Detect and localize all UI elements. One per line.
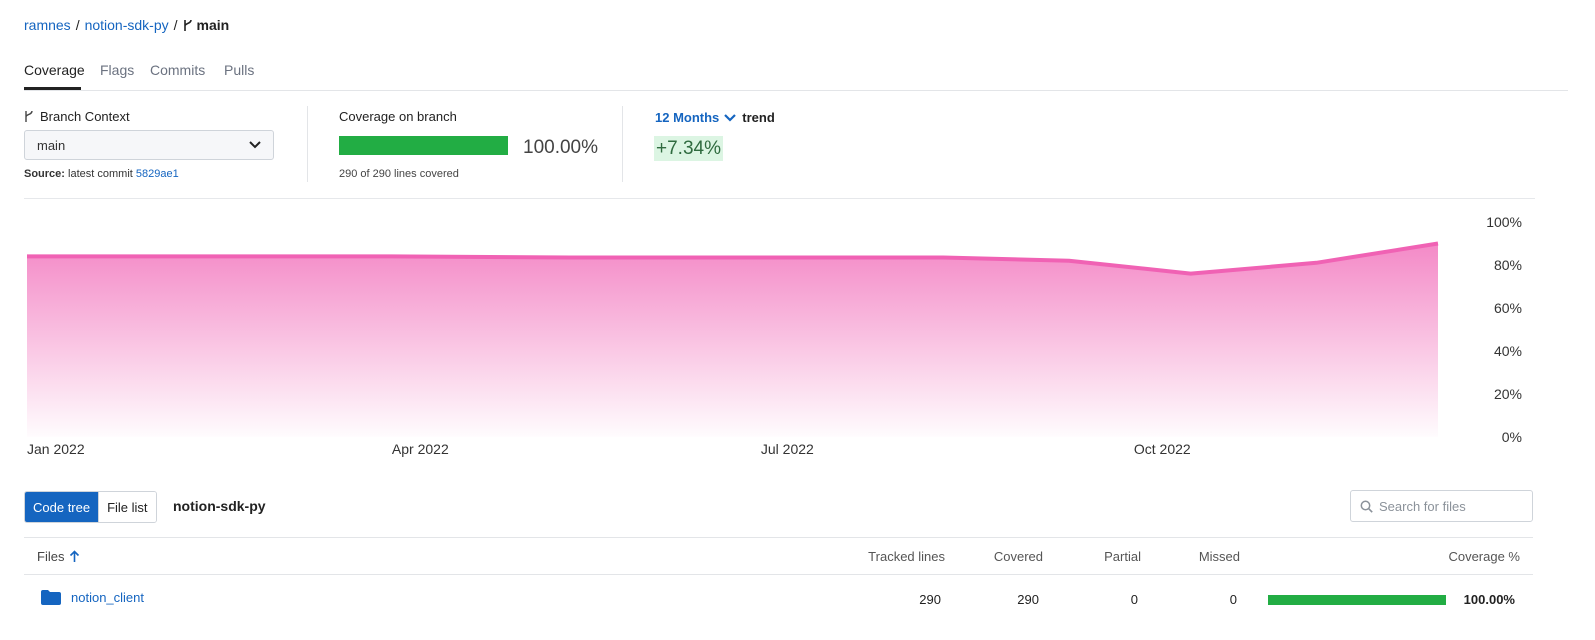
y-tick-label: 60%	[1494, 300, 1522, 316]
covered-cell: 290	[1017, 592, 1039, 607]
x-tick-label: Oct 2022	[1134, 441, 1191, 457]
breadcrumb-branch-label: main	[196, 17, 230, 33]
branch-select-value: main	[37, 137, 66, 153]
tab-pulls[interactable]: Pulls	[224, 62, 254, 78]
trend-label: trend	[742, 110, 775, 125]
covered-header[interactable]: Covered	[994, 549, 1043, 564]
coverage-progress-fill	[339, 136, 508, 155]
row-coverage-fill	[1268, 595, 1446, 605]
y-tick-label: 100%	[1486, 214, 1522, 230]
source-text: latest commit	[68, 168, 133, 180]
missed-header[interactable]: Missed	[1199, 549, 1240, 564]
x-tick-label: Apr 2022	[392, 441, 449, 457]
trend-period-label: 12 Months	[655, 110, 720, 125]
x-tick-label: Jan 2022	[27, 441, 85, 457]
lines-covered-text: 290 of 290 lines covered	[339, 168, 459, 180]
trend-period-select[interactable]: 12 Months	[655, 110, 737, 125]
commit-link[interactable]: 5829ae1	[136, 168, 179, 180]
branch-context-title: Branch Context	[40, 109, 130, 124]
breadcrumb-repo-link[interactable]: notion-sdk-py	[85, 17, 169, 33]
x-tick-label: Jul 2022	[761, 441, 814, 457]
divider	[307, 106, 308, 182]
y-tick-label: 0%	[1502, 429, 1522, 445]
branch-icon	[183, 19, 192, 31]
missed-cell: 0	[1229, 592, 1237, 607]
tree-repo-name: notion-sdk-py	[173, 498, 266, 514]
search-input[interactable]	[1379, 498, 1519, 514]
coverage-trend-chart: Jan 2022 Apr 2022 Jul 2022 Oct 2022 100% 80%…	[26, 214, 1522, 457]
sort-arrow-up-icon	[70, 550, 80, 562]
tab-coverage[interactable]: Coverage	[24, 62, 85, 78]
source-label: Source:	[24, 168, 65, 180]
y-tick-label: 40%	[1494, 343, 1522, 359]
source-line: Source: latest commit 5829ae1	[24, 168, 179, 180]
files-column-header[interactable]: Files	[37, 549, 80, 564]
y-tick-label: 20%	[1494, 386, 1522, 402]
coverage-on-branch-title: Coverage on branch	[339, 109, 457, 124]
breadcrumb: ramnes / notion-sdk-py / main	[24, 17, 229, 33]
divider	[622, 106, 623, 182]
tab-flags[interactable]: Flags	[100, 62, 134, 78]
files-header-label: Files	[37, 549, 65, 564]
table-row[interactable]: notion_client	[41, 590, 144, 605]
branch-icon	[25, 110, 33, 122]
search-icon	[1360, 500, 1373, 513]
table-top-border	[24, 537, 1533, 538]
row-coverage-bar	[1268, 595, 1446, 605]
breadcrumb-branch: main	[183, 17, 230, 33]
coverage-progress-bar	[339, 136, 508, 155]
table-header-border	[24, 574, 1533, 575]
active-tab-underline	[24, 87, 81, 90]
file-list-toggle[interactable]: File list	[98, 492, 156, 522]
folder-link[interactable]: notion_client	[71, 590, 144, 605]
partial-header[interactable]: Partial	[1104, 549, 1141, 564]
y-tick-label: 80%	[1494, 257, 1522, 273]
folder-icon	[41, 590, 61, 605]
partial-cell: 0	[1130, 592, 1138, 607]
chevron-down-icon	[249, 141, 261, 149]
coverage-percent-header[interactable]: Coverage %	[1448, 549, 1520, 564]
coverage-percent-cell: 100.00%	[1463, 592, 1515, 607]
view-toggle: Code tree File list	[24, 491, 157, 523]
branch-context-heading: Branch Context	[24, 109, 130, 124]
section-divider	[24, 198, 1535, 199]
breadcrumb-separator: /	[75, 17, 80, 33]
code-tree-toggle[interactable]: Code tree	[25, 492, 99, 522]
breadcrumb-owner-link[interactable]: ramnes	[24, 17, 71, 33]
tracked-lines-cell: 290	[919, 592, 941, 607]
breadcrumb-separator: /	[173, 17, 178, 33]
tracked-lines-header[interactable]: Tracked lines	[868, 549, 945, 564]
trend-value-badge: +7.34%	[654, 136, 723, 161]
tab-bar: Coverage Flags Commits Pulls	[24, 60, 1568, 91]
file-search	[1350, 490, 1533, 522]
branch-select[interactable]: main	[24, 130, 274, 160]
chevron-down-icon	[724, 113, 737, 122]
coverage-percent: 100.00%	[523, 137, 599, 158]
tab-commits[interactable]: Commits	[150, 62, 205, 78]
trend-row: 12 Months trend	[655, 110, 775, 125]
